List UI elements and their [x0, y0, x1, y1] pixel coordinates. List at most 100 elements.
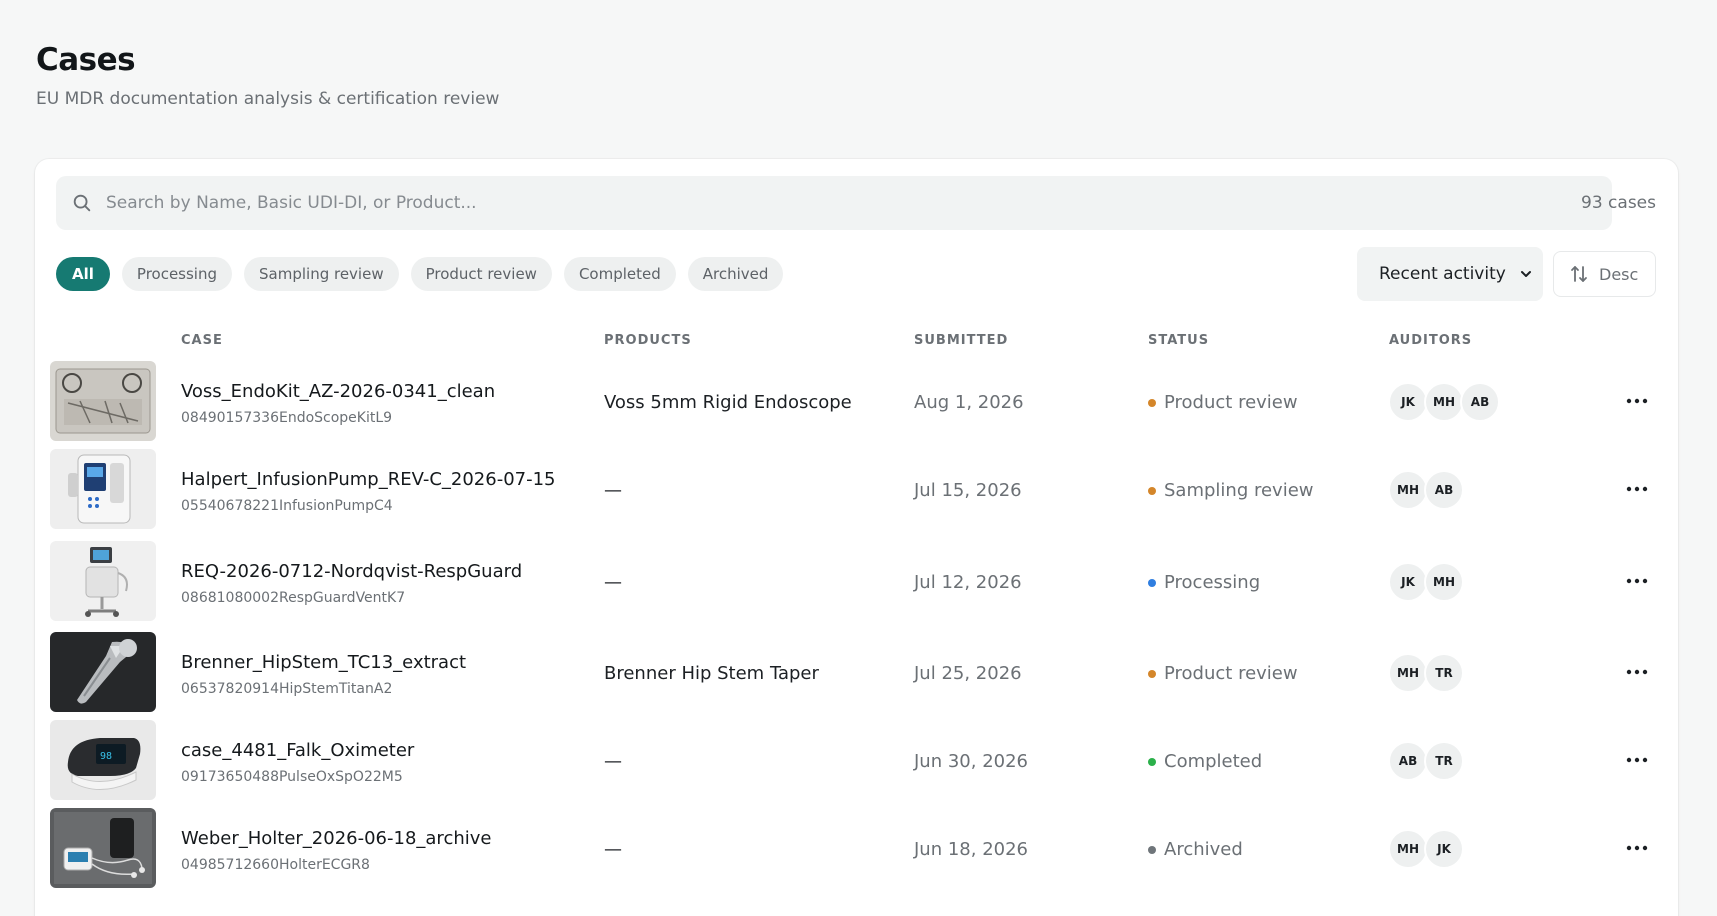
filter-chip-completed[interactable]: Completed: [563, 257, 676, 291]
status-badge: Sampling review: [1148, 480, 1314, 501]
case-name[interactable]: Voss_EndoKit_AZ-2026-0341_clean: [181, 381, 495, 402]
page-title: Cases: [36, 42, 136, 78]
product-name: Brenner Hip Stem Taper: [604, 663, 819, 684]
status-filter-chips: All Processing Sampling review Product r…: [56, 257, 784, 291]
sort-arrows-icon: [1571, 266, 1587, 282]
status-badge: Archived: [1148, 839, 1243, 860]
status-label: Completed: [1164, 751, 1263, 772]
status-dot: [1148, 578, 1156, 587]
avatar[interactable]: JK: [1388, 382, 1428, 422]
submitted-date: Jun 30, 2026: [914, 751, 1029, 772]
search-input[interactable]: [106, 176, 1586, 230]
status-dot: [1148, 669, 1156, 678]
submitted-date: Aug 1, 2026: [914, 392, 1024, 413]
filter-chip-processing[interactable]: Processing: [121, 257, 233, 291]
avatar[interactable]: MH: [1424, 382, 1464, 422]
avatar[interactable]: AB: [1460, 382, 1500, 422]
case-udi: 04985712660HolterECGR8: [181, 857, 370, 873]
product-name: —: [604, 751, 622, 772]
column-header-products[interactable]: PRODUCTS: [604, 333, 692, 348]
infusion-pump-image: [50, 449, 156, 529]
sort-select[interactable]: Recent activity: [1357, 247, 1543, 301]
submitted-date: Jul 12, 2026: [914, 572, 1022, 593]
avatar[interactable]: TR: [1424, 653, 1464, 693]
avatar[interactable]: TR: [1424, 741, 1464, 781]
submitted-date: Jul 25, 2026: [914, 663, 1022, 684]
status-label: Product review: [1164, 392, 1298, 413]
status-label: Product review: [1164, 663, 1298, 684]
status-dot: [1148, 845, 1156, 854]
status-badge: Product review: [1148, 392, 1298, 413]
table-row[interactable]: REQ-2026-0712-Nordqvist-RespGuard 086810…: [35, 540, 1678, 622]
hip-stem-image: [50, 632, 156, 712]
avatar[interactable]: AB: [1388, 741, 1428, 781]
cases-page: Cases EU MDR documentation analysis & ce…: [0, 0, 1717, 916]
column-header-case[interactable]: CASE: [181, 333, 223, 348]
case-udi: 08681080002RespGuardVentK7: [181, 590, 406, 606]
product-name: Voss 5mm Rigid Endoscope: [604, 392, 852, 413]
filter-chip-all[interactable]: All: [56, 257, 110, 291]
product-name: —: [604, 839, 622, 860]
endoscope-kit-image: [50, 361, 156, 441]
table-row[interactable]: Weber_Holter_2026-06-18_archive 04985712…: [35, 807, 1678, 889]
case-udi: 06537820914HipStemTitanA2: [181, 681, 393, 697]
column-header-submitted[interactable]: SUBMITTED: [914, 333, 1008, 348]
more-options-icon[interactable]: [1625, 664, 1649, 680]
table-row[interactable]: Voss_EndoKit_AZ-2026-0341_clean 08490157…: [35, 360, 1678, 442]
sort-direction-button[interactable]: Desc: [1553, 251, 1656, 297]
filter-chip-sampling-review[interactable]: Sampling review: [244, 257, 399, 291]
avatar[interactable]: MH: [1388, 653, 1428, 693]
filter-chip-archived[interactable]: Archived: [687, 257, 784, 291]
avatar[interactable]: MH: [1388, 829, 1428, 869]
search-box[interactable]: [56, 176, 1612, 230]
status-dot: [1148, 757, 1156, 766]
column-header-auditors[interactable]: AUDITORS: [1389, 333, 1472, 348]
auditor-avatars: MH TR: [1388, 653, 1464, 693]
case-udi: 09173650488PulseOxSpO22M5: [181, 769, 403, 785]
cases-card: 93 cases All Processing Sampling review …: [35, 159, 1678, 916]
column-header-status[interactable]: STATUS: [1148, 333, 1209, 348]
avatar[interactable]: MH: [1388, 470, 1428, 510]
submitted-date: Jul 15, 2026: [914, 480, 1022, 501]
filter-chip-product-review[interactable]: Product review: [410, 257, 552, 291]
product-name: —: [604, 480, 622, 501]
status-label: Sampling review: [1164, 480, 1314, 501]
more-options-icon[interactable]: [1625, 393, 1649, 409]
auditor-avatars: JK MH AB: [1388, 382, 1500, 422]
case-count: 93 cases: [1581, 193, 1656, 213]
more-options-icon[interactable]: [1625, 481, 1649, 497]
status-badge: Product review: [1148, 663, 1298, 684]
status-dot: [1148, 486, 1156, 495]
avatar[interactable]: JK: [1424, 829, 1464, 869]
submitted-date: Jun 18, 2026: [914, 839, 1029, 860]
page-subtitle: EU MDR documentation analysis & certific…: [36, 89, 500, 109]
case-name[interactable]: Brenner_HipStem_TC13_extract: [181, 652, 466, 673]
more-options-icon[interactable]: [1625, 573, 1649, 589]
case-name[interactable]: Weber_Holter_2026-06-18_archive: [181, 828, 491, 849]
status-label: Processing: [1164, 572, 1261, 593]
auditor-avatars: JK MH: [1388, 562, 1464, 602]
svg-text:98: 98: [100, 751, 112, 762]
table-row[interactable]: 98 case_4481_Falk_Oximeter 09173650488Pu…: [35, 719, 1678, 801]
pulse-oximeter-image: 98: [50, 720, 156, 800]
search-icon: [73, 194, 91, 212]
chevron-down-icon: [1521, 271, 1531, 277]
ventilator-image: [50, 541, 156, 621]
table-row[interactable]: Brenner_HipStem_TC13_extract 06537820914…: [35, 631, 1678, 713]
status-label: Archived: [1164, 839, 1243, 860]
product-name: —: [604, 572, 622, 593]
case-name[interactable]: REQ-2026-0712-Nordqvist-RespGuard: [181, 561, 522, 582]
more-options-icon[interactable]: [1625, 840, 1649, 856]
auditor-avatars: MH JK: [1388, 829, 1464, 869]
holter-monitor-image: [50, 808, 156, 888]
case-name[interactable]: Halpert_InfusionPump_REV-C_2026-07-15: [181, 469, 556, 490]
case-udi: 05540678221InfusionPumpC4: [181, 498, 393, 514]
auditor-avatars: AB TR: [1388, 741, 1464, 781]
case-name[interactable]: case_4481_Falk_Oximeter: [181, 740, 414, 761]
table-row[interactable]: Halpert_InfusionPump_REV-C_2026-07-15 05…: [35, 448, 1678, 530]
avatar[interactable]: JK: [1388, 562, 1428, 602]
avatar[interactable]: AB: [1424, 470, 1464, 510]
status-badge: Processing: [1148, 572, 1260, 593]
more-options-icon[interactable]: [1625, 752, 1649, 768]
avatar[interactable]: MH: [1424, 562, 1464, 602]
